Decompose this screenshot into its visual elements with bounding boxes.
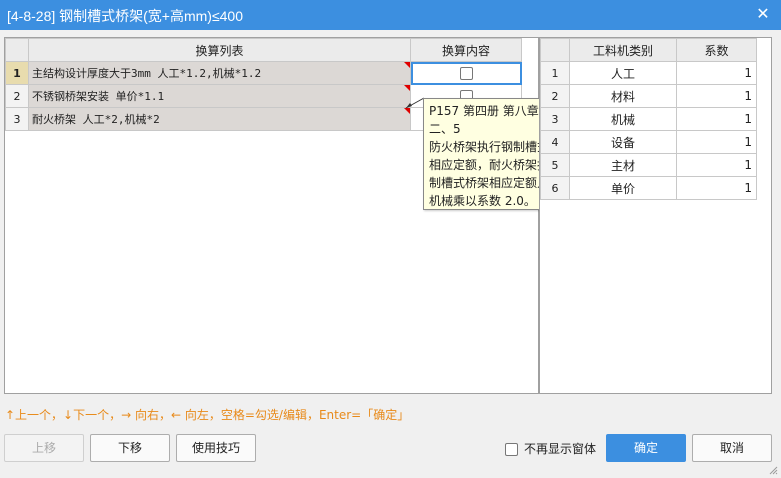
conversion-item-text: 不锈钢桥架安装 单价*1.1 xyxy=(32,90,165,103)
corner-cell xyxy=(5,38,29,62)
row-number: 6 xyxy=(540,176,570,200)
row-number: 1 xyxy=(540,61,570,85)
table-header-row: 工料机类别 系数 xyxy=(540,38,757,62)
header-conversion-content: 换算内容 xyxy=(410,38,522,62)
coefficient-value[interactable]: 1 xyxy=(676,153,757,177)
table-row[interactable]: 2 材料 1 xyxy=(540,84,757,108)
row-number: 1 xyxy=(5,61,29,85)
conversion-item[interactable]: 主结构设计厚度大于3mm 人工*1.2,机械*1.2 xyxy=(28,61,411,85)
window-title: [4-8-28] 钢制槽式桥架(宽+高mm)≤400 xyxy=(7,8,244,24)
category-name: 机械 xyxy=(569,107,677,131)
conversion-item-text: 主结构设计厚度大于3mm 人工*1.2,机械*1.2 xyxy=(32,67,262,80)
table-row[interactable]: 3 机械 1 xyxy=(540,107,757,131)
no-show-again-label: 不再显示窗体 xyxy=(524,442,597,456)
coefficient-value[interactable]: 1 xyxy=(676,130,757,154)
category-name: 单价 xyxy=(569,176,677,200)
coefficient-panel: 工料机类别 系数 1 人工 1 2 材料 1 3 机械 1 4 设备 1 5 主… xyxy=(539,37,772,394)
tips-button[interactable]: 使用技巧 xyxy=(176,434,256,462)
coefficient-table: 工料机类别 系数 1 人工 1 2 材料 1 3 机械 1 4 设备 1 5 主… xyxy=(540,38,757,200)
resize-grip-icon[interactable] xyxy=(768,465,778,475)
no-show-again-checkbox[interactable] xyxy=(505,443,518,456)
coefficient-value[interactable]: 1 xyxy=(676,176,757,200)
comment-flag-icon xyxy=(404,62,410,68)
category-name: 材料 xyxy=(569,84,677,108)
table-row[interactable]: 1 人工 1 xyxy=(540,61,757,85)
table-row[interactable]: 4 设备 1 xyxy=(540,130,757,154)
table-row[interactable]: 1 主结构设计厚度大于3mm 人工*1.2,机械*1.2 xyxy=(5,61,522,85)
table-row[interactable]: 6 单价 1 xyxy=(540,176,757,200)
table-header-row: 换算列表 换算内容 xyxy=(5,38,522,62)
coefficient-value[interactable]: 1 xyxy=(676,61,757,85)
conversion-item-text: 耐火桥架 人工*2,机械*2 xyxy=(32,113,160,126)
row-number: 3 xyxy=(5,107,29,131)
move-up-button[interactable]: 上移 xyxy=(4,434,84,462)
conversion-checkbox[interactable] xyxy=(459,67,473,80)
conversion-list-panel: 换算列表 换算内容 1 主结构设计厚度大于3mm 人工*1.2,机械*1.2 2… xyxy=(4,37,539,394)
coefficient-value[interactable]: 1 xyxy=(676,107,757,131)
row-number: 4 xyxy=(540,130,570,154)
close-icon[interactable]: ✕ xyxy=(753,4,773,24)
corner-cell xyxy=(540,38,570,62)
row-number: 2 xyxy=(540,84,570,108)
no-show-again-option[interactable]: 不再显示窗体 xyxy=(505,440,596,457)
coefficient-value[interactable]: 1 xyxy=(676,84,757,108)
row-number: 5 xyxy=(540,153,570,177)
move-down-button[interactable]: 下移 xyxy=(90,434,170,462)
row-number: 2 xyxy=(5,84,29,108)
category-name: 设备 xyxy=(569,130,677,154)
header-conversion-list: 换算列表 xyxy=(28,38,411,62)
conversion-checkbox-cell[interactable] xyxy=(410,61,522,85)
conversion-item[interactable]: 耐火桥架 人工*2,机械*2 xyxy=(28,107,411,131)
keyboard-hint: ↑上一个，↓下一个，→ 向右，← 向左，空格=勾选/编辑，Enter=「确定」 xyxy=(5,408,410,422)
table-row[interactable]: 5 主材 1 xyxy=(540,153,757,177)
header-coefficient: 系数 xyxy=(676,38,757,62)
category-name: 人工 xyxy=(569,61,677,85)
row-number: 3 xyxy=(540,107,570,131)
ok-button[interactable]: 确定 xyxy=(606,434,686,462)
conversion-item[interactable]: 不锈钢桥架安装 单价*1.1 xyxy=(28,84,411,108)
title-bar: [4-8-28] 钢制槽式桥架(宽+高mm)≤400 ✕ xyxy=(0,0,781,30)
category-name: 主材 xyxy=(569,153,677,177)
header-material-category: 工料机类别 xyxy=(569,38,677,62)
comment-flag-icon xyxy=(404,85,410,91)
cancel-button[interactable]: 取消 xyxy=(692,434,772,462)
